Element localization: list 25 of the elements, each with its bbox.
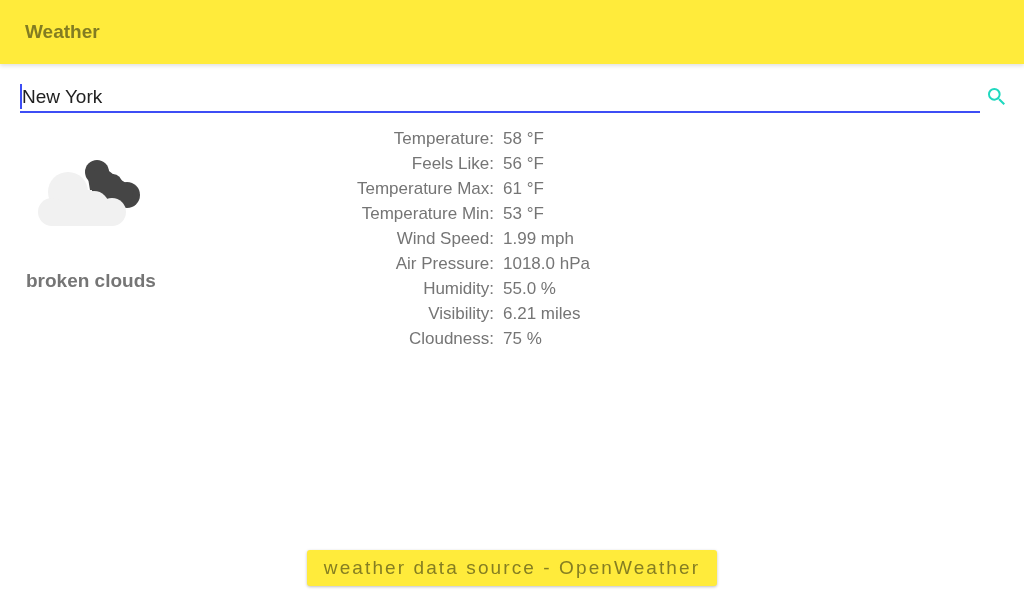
detail-value: 55.0 % — [503, 278, 557, 300]
detail-label: Feels Like: — [410, 153, 494, 175]
detail-label: Temperature: — [392, 128, 494, 150]
detail-value: 75 % — [503, 328, 543, 350]
detail-label: Air Pressure: — [394, 253, 494, 275]
detail-label: Visibility: — [427, 303, 494, 325]
detail-value: 1.99 mph — [503, 228, 575, 250]
detail-value: 53 °F — [503, 203, 545, 225]
search-icon — [988, 88, 1005, 105]
detail-value: 61 °F — [503, 178, 545, 200]
detail-label: Temperature Max: — [356, 178, 494, 200]
detail-value: 1018.0 hPa — [503, 253, 590, 275]
detail-label: Temperature Min: — [360, 203, 494, 225]
detail-label: Wind Speed: — [395, 228, 494, 250]
detail-value: 56 °F — [503, 153, 545, 175]
detail-label: Cloudness: — [407, 328, 494, 350]
search-button[interactable] — [988, 88, 1005, 105]
app-title: Weather — [25, 21, 100, 43]
search-field[interactable]: New York — [20, 82, 980, 113]
clouds-icon — [38, 160, 140, 226]
weather-description: broken clouds — [26, 270, 156, 292]
detail-value: 6.21 miles — [503, 303, 582, 325]
detail-value: 58 °F — [503, 128, 545, 150]
detail-label: Humidity: — [422, 278, 494, 300]
text-cursor — [20, 84, 22, 109]
